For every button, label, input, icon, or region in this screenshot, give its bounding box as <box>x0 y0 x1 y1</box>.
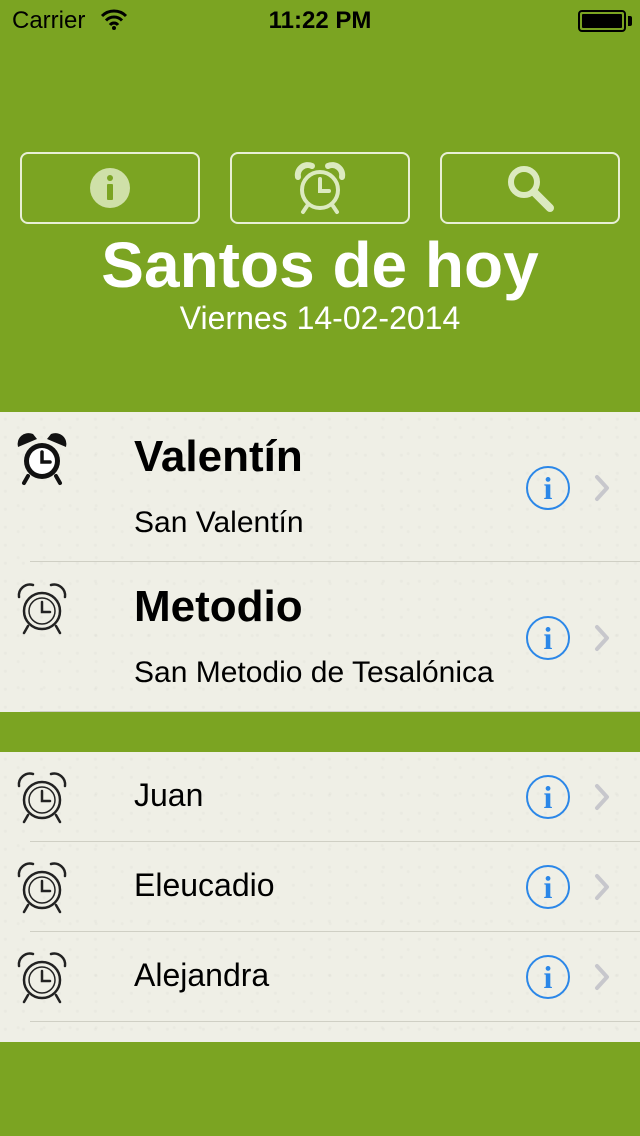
saint-full-name: San Metodio de Tesalónica <box>134 656 494 689</box>
alarm-inactive-icon[interactable] <box>14 769 70 825</box>
saint-row-valentin[interactable]: Valentín San Valentín i <box>0 412 640 562</box>
featured-saints-list: Valentín San Valentín i Metodio San Meto… <box>0 412 640 712</box>
detail-info-button[interactable]: i <box>526 865 570 909</box>
saint-row-alejandra[interactable]: Alejandra i <box>0 932 640 1022</box>
battery-tip <box>628 16 632 26</box>
page-title: Santos de hoy <box>101 229 539 301</box>
saint-full-name: San Valentín <box>134 506 304 539</box>
status-time: 11:22 PM <box>268 7 372 34</box>
detail-info-button[interactable]: i <box>526 466 570 510</box>
info-icon <box>90 168 130 208</box>
saint-name: Juan <box>134 777 204 813</box>
saint-name: Metodio <box>134 582 303 631</box>
alarm-active-icon[interactable] <box>14 430 70 486</box>
detail-info-button[interactable]: i <box>526 955 570 999</box>
alarm-inactive-icon[interactable] <box>14 580 70 636</box>
alarm-inactive-icon[interactable] <box>14 859 70 915</box>
alarm-button[interactable] <box>230 152 410 224</box>
saint-name: Eleucadio <box>134 867 275 903</box>
alarm-inactive-icon[interactable] <box>14 949 70 1005</box>
saint-row-eleucadio[interactable]: Eleucadio i <box>0 842 640 932</box>
saint-name: Valentín <box>134 432 303 481</box>
chevron-right-icon <box>595 625 609 651</box>
other-saints-list: Juan i Eleucadio i Alejandra i <box>0 752 640 1042</box>
chevron-right-icon <box>595 784 609 810</box>
saint-row-metodio[interactable]: Metodio San Metodio de Tesalónica i <box>0 562 640 712</box>
search-button[interactable] <box>440 152 620 224</box>
info-button[interactable] <box>20 152 200 224</box>
status-bar: Carrier 11:22 PM <box>0 0 640 40</box>
chevron-right-icon <box>595 475 609 501</box>
detail-info-button[interactable]: i <box>526 616 570 660</box>
page-date: Viernes 14-02-2014 <box>179 300 461 336</box>
saint-row-juan[interactable]: Juan i <box>0 752 640 842</box>
battery-icon <box>578 10 626 32</box>
chevron-right-icon <box>595 874 609 900</box>
alarm-clock-icon <box>294 162 346 214</box>
detail-info-button[interactable]: i <box>526 775 570 819</box>
chevron-right-icon <box>595 964 609 990</box>
saint-name: Alejandra <box>134 957 270 993</box>
search-icon <box>508 166 554 212</box>
